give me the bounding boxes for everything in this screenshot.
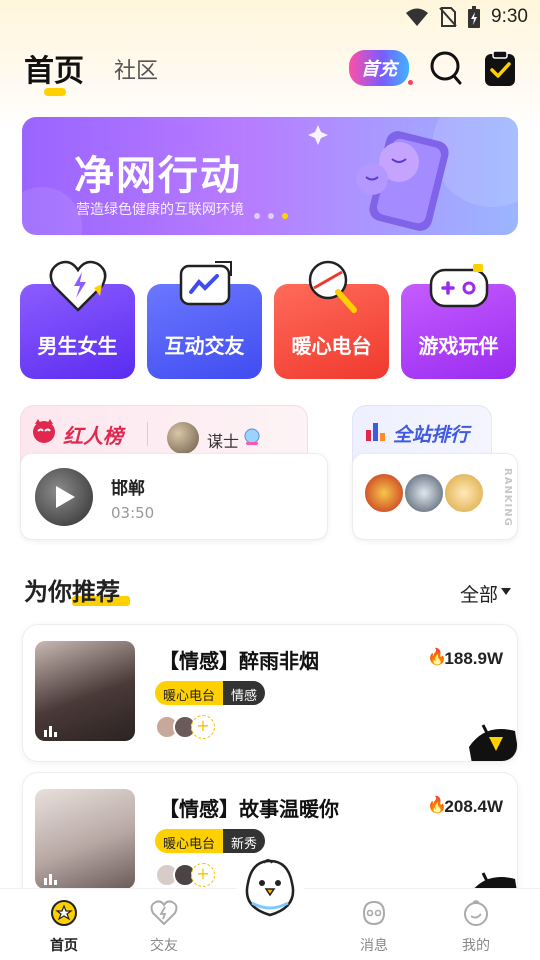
first-recharge-button[interactable]: 首充 [349, 50, 409, 86]
heart-bolt-icon [49, 260, 107, 312]
join-room-icon[interactable] [465, 719, 518, 762]
banner-dot [254, 213, 260, 219]
play-city: 邯郸 [111, 479, 145, 499]
wifi-icon [406, 8, 429, 26]
banner-dot [268, 213, 274, 219]
nav-label: 我的 [462, 938, 490, 954]
play-thumbnail[interactable] [35, 468, 93, 526]
hot-rank-card[interactable]: 红人榜 谋士 邯郸 03:50 [20, 405, 328, 540]
play-duration: 03:50 [111, 504, 155, 522]
category-interactive-friends[interactable]: 互动交友 [147, 261, 262, 379]
ranking-vertical-label: RANKING [502, 468, 513, 527]
room-heat: 188.9W [444, 649, 503, 668]
room-tags: 暖心电台 新秀 [155, 829, 266, 853]
tab-home[interactable]: 首页 [24, 46, 84, 90]
room-member-avatars: + [155, 715, 215, 739]
message-nav-icon [362, 900, 386, 926]
filter-all-button[interactable]: 全部 [460, 580, 498, 607]
room-cover [35, 641, 135, 741]
center-mascot-button[interactable] [234, 859, 306, 937]
site-rank-title: 全站排行 [393, 424, 470, 446]
room-member-avatars: + [155, 863, 215, 887]
room-heat: 208.4W [444, 797, 503, 816]
status-bar: 9:30 [0, 0, 540, 36]
category-boys-girls[interactable]: 男生女生 [20, 260, 135, 379]
battery-icon [468, 6, 481, 28]
room-tag-secondary: 情感 [223, 681, 266, 705]
nav-friends[interactable]: 交友 [134, 899, 194, 955]
category-label: 互动交友 [164, 334, 245, 358]
hot-rank-title: 红人榜 [63, 424, 123, 448]
chat-pulse-icon [179, 261, 232, 306]
task-clipboard-icon[interactable] [482, 48, 518, 88]
avatar [167, 422, 199, 454]
profile-nav-icon [464, 900, 488, 926]
promo-banner[interactable]: 净网行动 营造绿色健康的互联网环境 [22, 117, 518, 235]
crystal-ball-icon [244, 428, 260, 445]
nav-profile[interactable]: 我的 [446, 899, 506, 955]
banner-dot-active [282, 213, 288, 219]
bar-rank-icon [366, 423, 385, 441]
search-icon[interactable] [428, 48, 464, 88]
audio-bars-icon [44, 726, 57, 737]
microphone-icon [308, 260, 357, 313]
banner-pagination [254, 213, 288, 219]
site-rank-card[interactable]: 全站排行 RANKING [352, 405, 518, 540]
banner-subtitle: 营造绿色健康的互联网环境 [76, 202, 244, 218]
play-icon [56, 486, 75, 508]
banner-title: 净网行动 [74, 153, 242, 199]
rank-avatar [403, 472, 445, 514]
recharge-dot [408, 80, 413, 85]
top-header: 首页 社区 首充 [24, 44, 518, 96]
hot-rank-player: 邯郸 03:50 [20, 453, 328, 540]
nav-messages[interactable]: 消息 [344, 899, 404, 955]
chick-mascot-icon [245, 859, 295, 917]
room-tags: 暖心电台 情感 [155, 681, 266, 705]
heart-nav-icon [150, 900, 178, 926]
status-time: 9:30 [491, 6, 528, 27]
category-label: 暖心电台 [291, 334, 372, 358]
add-seat-icon[interactable]: + [191, 715, 215, 739]
room-card[interactable]: 【情感】醉雨非烟 🔥 188.9W 暖心电台 情感 + [22, 624, 518, 762]
room-tag-primary: 暖心电台 [155, 829, 224, 853]
rank-avatar [363, 472, 405, 514]
home-nav-icon [51, 900, 77, 926]
add-seat-icon[interactable]: + [191, 863, 215, 887]
dropdown-arrow-icon[interactable] [500, 586, 512, 596]
devil-face-icon [33, 419, 55, 443]
divider [147, 422, 148, 446]
bottom-navigation: 首页 交友 消息 我的 [0, 859, 540, 960]
room-title: 【情感】故事温暖你 [159, 797, 339, 821]
category-game-partner[interactable]: 游戏玩伴 [401, 264, 516, 379]
room-cover [35, 789, 135, 889]
category-label: 游戏玩伴 [418, 334, 499, 358]
category-label: 男生女生 [37, 334, 118, 358]
nav-home[interactable]: 首页 [34, 899, 94, 955]
room-tag-secondary: 新秀 [223, 829, 266, 853]
nav-label: 消息 [360, 938, 388, 954]
audio-bars-icon [44, 874, 57, 885]
rank-avatar [443, 472, 485, 514]
site-rank-body: RANKING [352, 453, 518, 540]
gamepad-icon [429, 264, 489, 308]
room-title: 【情感】醉雨非烟 [159, 649, 319, 673]
room-tag-primary: 暖心电台 [155, 681, 224, 705]
nav-label: 交友 [150, 938, 178, 954]
recommend-title: 为你推荐 [24, 578, 120, 606]
no-sim-icon [439, 7, 457, 27]
top-user-name: 谋士 [207, 432, 240, 451]
category-warm-radio[interactable]: 暖心电台 [274, 260, 389, 379]
nav-label: 首页 [50, 938, 78, 954]
tab-community[interactable]: 社区 [114, 53, 158, 85]
